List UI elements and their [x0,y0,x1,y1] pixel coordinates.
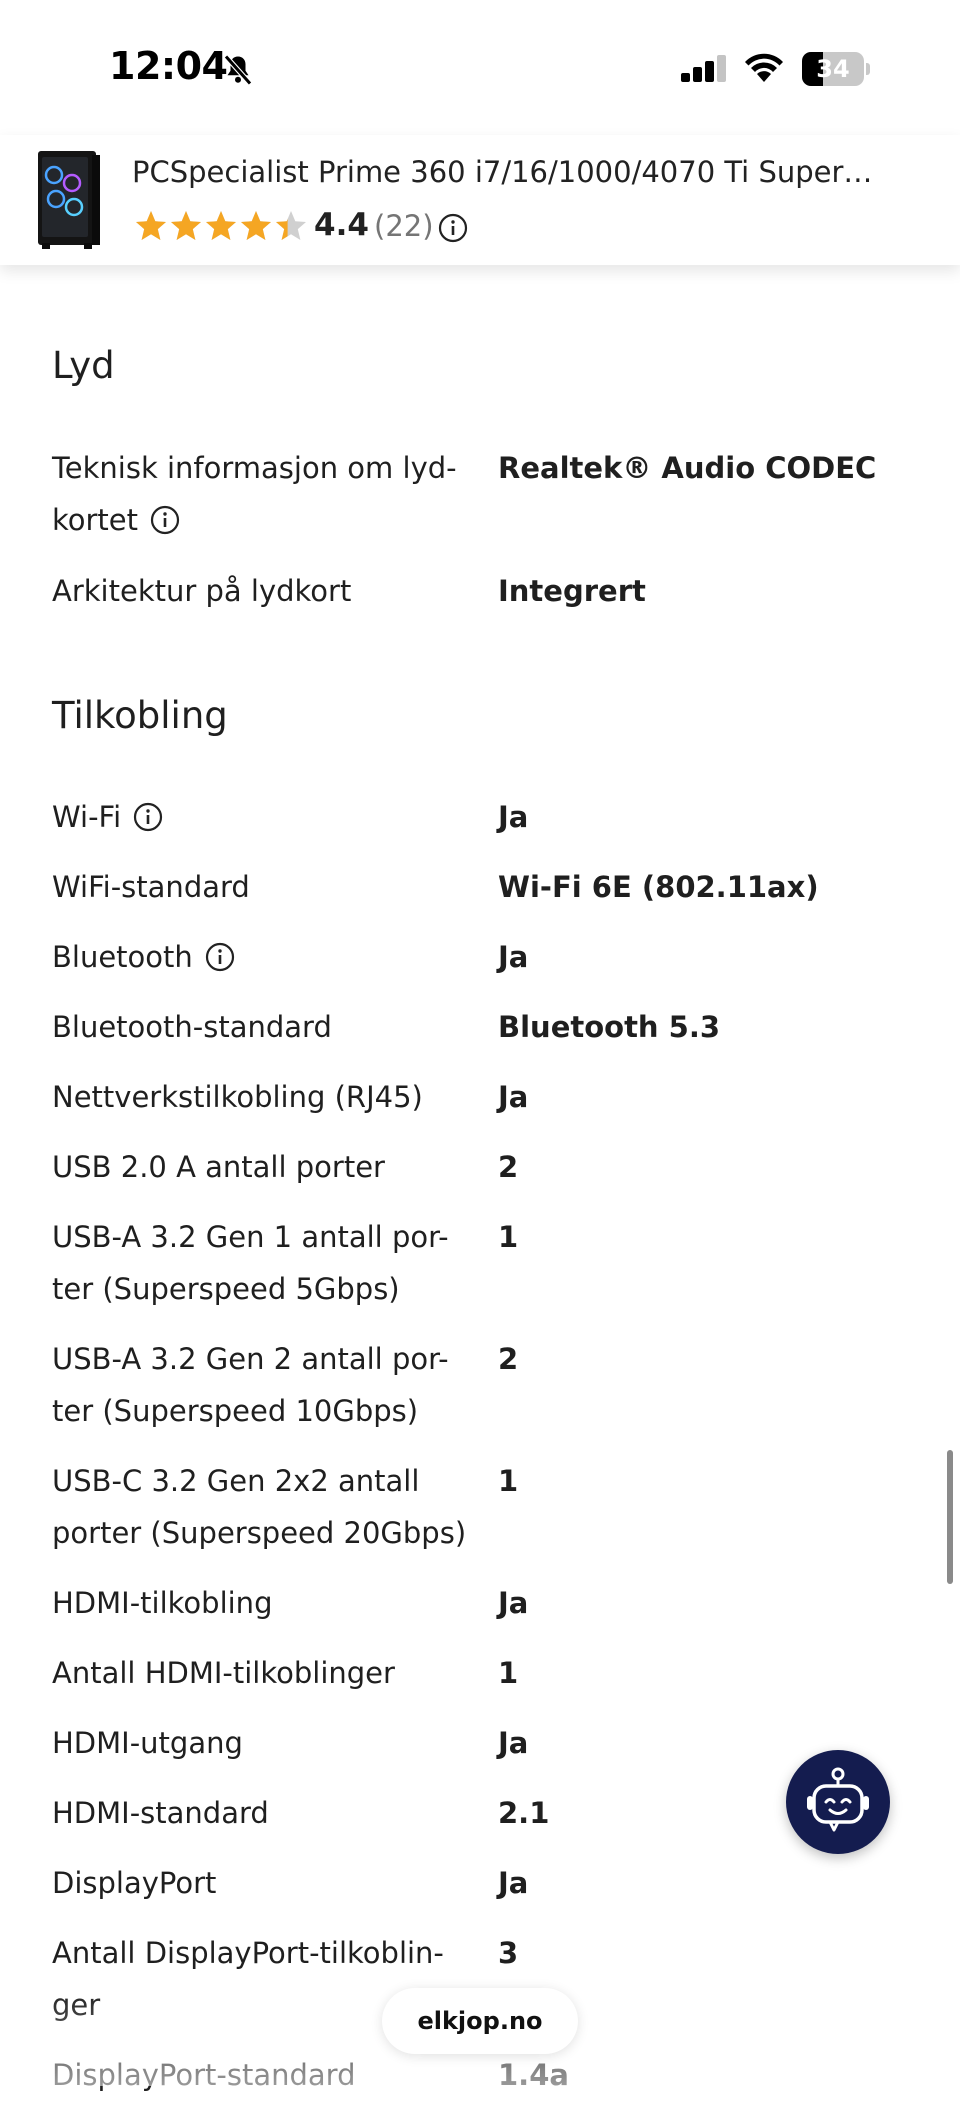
status-bar: 12:04 34 [0,0,960,135]
spec-label: Arkitektur på lydkort [52,574,352,608]
info-icon[interactable] [133,802,163,832]
rating-value: 4.4 [314,207,369,243]
spec-label: HDMI-utgang [52,1726,243,1760]
spec-label: Bluetooth-standard [52,1010,332,1044]
spec-value: 2 [498,1150,519,1184]
spec-value: Bluetooth 5.3 [498,1010,721,1044]
spec-label: USB 2.0 A antall porter [52,1150,385,1184]
spec-label: USB-A 3.2 Gen 1 antall por-ter (Superspe… [52,1220,449,1306]
spec-label: USB-C 3.2 Gen 2x2 antall porter (Superspe… [52,1464,467,1550]
star-icon [276,211,306,240]
product-title: PCSpecialist Prime 360 i7/16/1000/4070 T… [132,155,873,189]
battery-percentage: 34 [816,55,850,83]
product-sticky-header[interactable]: PCSpecialist Prime 360 i7/16/1000/4070 T… [0,135,960,265]
spec-label: Nettverkstilkobling (RJ45) [52,1080,423,1114]
wifi-icon [745,53,783,82]
spec-value: Integrert [498,574,646,608]
star-icon [136,211,166,240]
spec-value: 2 [498,1342,519,1376]
spec-value: Ja [498,1866,529,1900]
browser-url-bar[interactable]: elkjop.no [382,1988,578,2054]
cellular-signal-icon [681,55,726,82]
spec-label: USB-A 3.2 Gen 2 antall por-ter (Superspe… [52,1342,449,1428]
spec-label: Bluetooth [52,931,472,983]
star-icon [171,211,201,240]
section-title-tilkobling: Tilkobling [52,694,228,737]
spec-label: Teknisk informasjon om lyd-kortet [52,451,457,537]
star-icon [241,211,271,240]
spec-label: Antall HDMI-tilkoblinger [52,1656,395,1690]
info-icon[interactable] [205,942,235,972]
chat-bot-icon [807,1767,869,1832]
product-thumbnail [38,151,100,249]
section-title-lyd: Lyd [52,344,115,387]
scroll-indicator[interactable] [947,1450,953,1584]
spec-value: 1 [498,1464,519,1498]
rating-stars [134,209,309,243]
chat-bot-button[interactable] [786,1750,890,1854]
battery-icon: 34 [802,52,870,86]
spec-value: Ja [498,800,529,834]
spec-value: Ja [498,940,529,974]
spec-value: Wi-Fi 6E (802.11ax) [498,870,819,904]
spec-label: HDMI-standard [52,1796,269,1830]
spec-label: WiFi-standard [52,870,250,904]
spec-value: Ja [498,1080,529,1114]
rating-count[interactable]: (22) [374,209,434,243]
bell-slash-icon [224,54,252,86]
info-icon[interactable] [438,213,468,243]
spec-label: DisplayPort [52,1866,217,1900]
info-icon[interactable] [150,505,180,535]
star-icon [206,211,236,240]
spec-value: 3 [498,1936,519,1970]
spec-value: 1 [498,1656,519,1690]
spec-value: Realtek® Audio CODEC [498,451,877,485]
status-time: 12:04 [109,44,228,88]
spec-label: HDMI-tilkobling [52,1586,273,1620]
spec-value: Ja [498,1586,529,1620]
spec-label: Wi-Fi [52,791,472,843]
spec-value: 1 [498,1220,519,1254]
